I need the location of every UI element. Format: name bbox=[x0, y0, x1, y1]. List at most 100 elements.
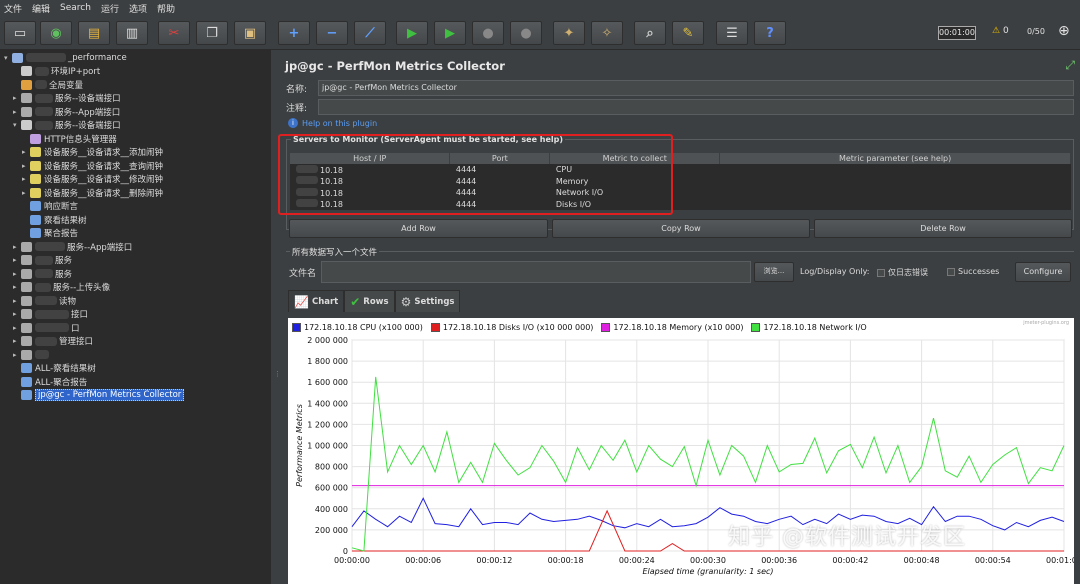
tree-node[interactable]: ▸ 设备服务__设备请求__修改闹钟 bbox=[22, 173, 163, 186]
tree-toggle-icon[interactable]: ▸ bbox=[13, 94, 21, 102]
copy-row-button[interactable]: Copy Row bbox=[552, 219, 810, 238]
tree-toggle-icon[interactable]: ▸ bbox=[13, 310, 21, 318]
tree-node[interactable]: ▸ 服务--设备端接口 bbox=[13, 92, 121, 105]
remote-hosts-icon[interactable]: ⊕ bbox=[1058, 23, 1070, 39]
copy-button[interactable]: ❐ bbox=[196, 21, 228, 45]
open-button[interactable]: ▤ bbox=[78, 21, 110, 45]
column-header[interactable]: Metric parameter (see help) bbox=[719, 153, 1071, 164]
log-display-label: Log/Display Only: bbox=[800, 267, 870, 276]
tree-node[interactable]: ALL-聚合报告 bbox=[13, 375, 87, 388]
tree-toggle-icon[interactable]: ▸ bbox=[13, 297, 21, 305]
tree-toggle-icon[interactable]: ▸ bbox=[22, 189, 30, 197]
errors-only-checkbox[interactable]: 仅日志错误 bbox=[877, 267, 928, 278]
clear-all-button[interactable]: ✧ bbox=[591, 21, 623, 45]
stop-button[interactable]: ● bbox=[472, 21, 504, 45]
tab-rows[interactable]: ✔ Rows bbox=[344, 290, 395, 312]
menu-item-5[interactable]: 帮助 bbox=[157, 2, 175, 15]
tree-toggle-icon[interactable]: ▸ bbox=[13, 337, 21, 345]
tree-node[interactable]: ▸ 服务 bbox=[13, 254, 72, 267]
search-button[interactable]: ⌕ bbox=[634, 21, 666, 45]
tree-node[interactable]: 察看结果树 bbox=[22, 213, 87, 226]
tree-toggle-icon[interactable]: ▸ bbox=[22, 162, 30, 170]
tree-toggle-icon[interactable]: ▸ bbox=[22, 175, 30, 183]
toggle-button[interactable]: ⟋ bbox=[354, 21, 386, 45]
tree-toggle-icon[interactable]: ▾ bbox=[13, 121, 21, 129]
perfmon-panel: jp@gc - PerfMon Metrics Collector ⤢ 名称: … bbox=[280, 50, 1080, 584]
tree-node[interactable]: ▸ 服务--App端接口 bbox=[13, 105, 120, 118]
tree-node[interactable]: ▸ 设备服务__设备请求__添加闹钟 bbox=[22, 146, 163, 159]
tree-toggle-icon[interactable]: ▸ bbox=[13, 256, 21, 264]
tree-node[interactable]: 响应断言 bbox=[22, 200, 78, 213]
table-cell-param[interactable] bbox=[719, 164, 1071, 176]
shutdown-button[interactable]: ● bbox=[510, 21, 542, 45]
tab-settings[interactable]: ⚙ Settings bbox=[394, 290, 461, 312]
function-helper-button[interactable]: ☰ bbox=[716, 21, 748, 45]
expand-button[interactable]: + bbox=[278, 21, 310, 45]
redacted-text bbox=[35, 66, 49, 76]
tree-node[interactable]: ▸ 服务 bbox=[13, 267, 72, 280]
tree-toggle-icon[interactable]: ▸ bbox=[13, 324, 21, 332]
add-row-button[interactable]: Add Row bbox=[289, 219, 548, 238]
start-button[interactable]: ▶ bbox=[396, 21, 428, 45]
tree-toggle-icon[interactable]: ▸ bbox=[13, 243, 21, 251]
tree-node[interactable]: ▸ 接口 bbox=[13, 308, 88, 321]
table-cell-param[interactable] bbox=[719, 187, 1071, 199]
tab-chart[interactable]: 📈 Chart bbox=[288, 290, 345, 312]
tree-node[interactable]: ▾ 服务--设备端接口 bbox=[13, 119, 121, 132]
delete-row-button[interactable]: Delete Row bbox=[814, 219, 1072, 238]
table-cell-param[interactable] bbox=[719, 175, 1071, 187]
comment-field[interactable] bbox=[318, 99, 1074, 115]
tree-node[interactable]: ▸ 口 bbox=[13, 321, 80, 334]
menu-item-2[interactable]: Search bbox=[60, 3, 91, 13]
paste-button[interactable]: ▣ bbox=[234, 21, 266, 45]
tree-node[interactable]: ▸ 设备服务__设备请求__查询闹钟 bbox=[22, 159, 163, 172]
reset-search-button[interactable]: ✎ bbox=[672, 21, 704, 45]
warning-count: 0 bbox=[1002, 26, 1009, 36]
tree-node[interactable]: ▸ 设备服务__设备请求__删除闹钟 bbox=[22, 186, 163, 199]
help-button[interactable]: ? bbox=[754, 21, 786, 45]
tree-node-icon bbox=[30, 201, 41, 211]
start-no-pause-button[interactable]: ▶ bbox=[434, 21, 466, 45]
help-link[interactable]: i Help on this plugin bbox=[288, 118, 377, 128]
tree-node[interactable]: ▸ 读物 bbox=[13, 294, 76, 307]
menu-item-3[interactable]: 运行 bbox=[101, 2, 119, 15]
clear-button[interactable]: ✦ bbox=[553, 21, 585, 45]
tree-toggle-icon[interactable]: ▸ bbox=[13, 351, 21, 359]
cut-button[interactable]: ✂ bbox=[158, 21, 190, 45]
tree-node[interactable]: ▸ 管理接口 bbox=[13, 335, 93, 348]
tree-node[interactable]: ▸ 服务--App端接口 bbox=[13, 240, 132, 253]
browse-button[interactable]: 浏览... bbox=[754, 262, 794, 282]
tree-node[interactable]: ▸ 服务--上传头像 bbox=[13, 281, 110, 294]
menu-item-1[interactable]: 编辑 bbox=[32, 2, 50, 15]
expand-icon[interactable]: ⤢ bbox=[1065, 58, 1075, 73]
tree-node-label: 设备服务__设备请求__删除闹钟 bbox=[44, 188, 164, 199]
split-pane-divider[interactable]: ⋮ bbox=[270, 50, 281, 584]
tree-node[interactable]: jp@gc - PerfMon Metrics Collector bbox=[13, 389, 185, 402]
tree-node[interactable]: 全局变量 bbox=[13, 78, 83, 91]
new-button[interactable]: ▭ bbox=[4, 21, 36, 45]
menu-item-4[interactable]: 选项 bbox=[129, 2, 147, 15]
tree-node-icon bbox=[21, 268, 32, 279]
name-field[interactable]: jp@gc - PerfMon Metrics Collector bbox=[318, 80, 1074, 96]
menu-item-0[interactable]: 文件 bbox=[4, 2, 22, 15]
collapse-button[interactable]: − bbox=[316, 21, 348, 45]
redacted-text bbox=[35, 255, 53, 265]
table-cell-param[interactable] bbox=[719, 198, 1071, 210]
tree-toggle-icon[interactable]: ▸ bbox=[13, 108, 21, 116]
tree-node[interactable]: ▸ bbox=[13, 348, 51, 361]
warning-indicator[interactable]: ⚠ 0 bbox=[992, 26, 1009, 36]
tree-node[interactable]: HTTP信息头管理器 bbox=[22, 132, 117, 145]
tree-node[interactable]: 聚合报告 bbox=[22, 227, 78, 240]
successes-checkbox[interactable]: Successes bbox=[947, 267, 999, 276]
templates-button[interactable]: ◉ bbox=[40, 21, 72, 45]
tree-toggle-icon[interactable]: ▸ bbox=[22, 148, 30, 156]
configure-button[interactable]: Configure bbox=[1015, 262, 1071, 282]
tree-toggle-icon[interactable]: ▸ bbox=[13, 270, 21, 278]
tree-toggle-icon[interactable]: ▸ bbox=[13, 283, 21, 291]
tree-node[interactable]: 环境IP+port bbox=[13, 65, 100, 78]
filename-input[interactable] bbox=[321, 261, 751, 283]
tree-node[interactable]: ALL-察看结果树 bbox=[13, 362, 96, 375]
tree-toggle-icon[interactable]: ▾ bbox=[4, 54, 12, 62]
save-button[interactable]: ▥ bbox=[116, 21, 148, 45]
tree-node[interactable]: ▾ _performance bbox=[4, 51, 127, 64]
